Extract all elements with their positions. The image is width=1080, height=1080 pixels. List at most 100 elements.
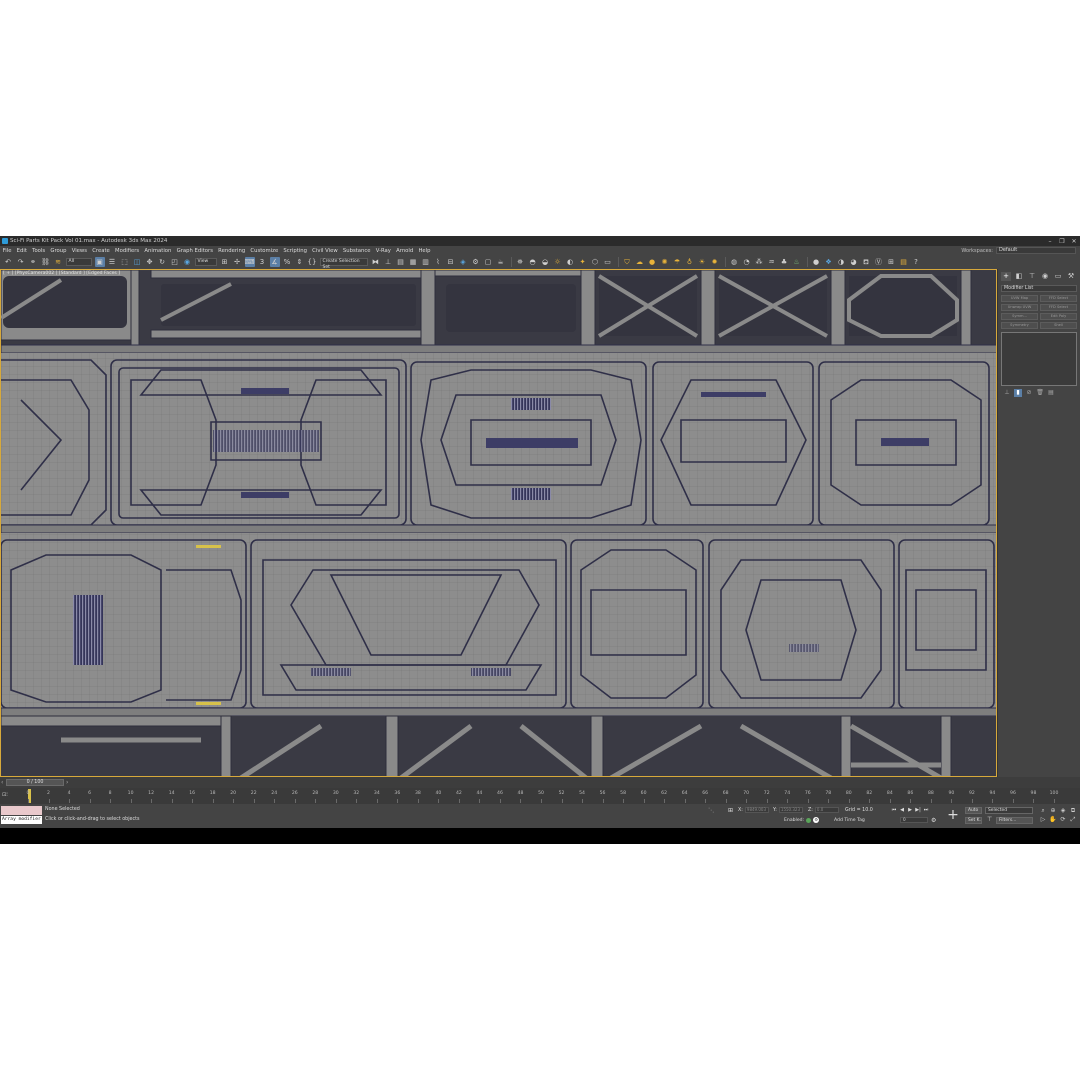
modifier-button[interactable]: FFD Select [1040,304,1077,311]
viewport-label[interactable]: [ + ] [PhysCamera002 ] [Standard ] [Edge… [3,271,120,276]
vray-frame-buffer-icon[interactable]: ◓ [528,257,538,267]
reference-coordinate-dropdown[interactable]: View [194,258,217,266]
key-filter-icon[interactable]: ⊤ [987,816,992,823]
mirror-icon[interactable]: ⧓ [371,257,381,267]
place-icon[interactable]: ◉ [182,257,192,267]
current-frame-field[interactable]: 0 [900,817,928,823]
bind-space-warp-icon[interactable]: ≋ [53,257,63,267]
menu-file[interactable]: File [3,248,12,254]
rendered-frame-window-icon[interactable]: ▢ [483,257,493,267]
menu-civil-view[interactable]: Civil View [312,248,338,254]
fire-icon[interactable]: ♨ [792,257,802,267]
toggle-ribbon-icon[interactable]: ▥ [421,257,431,267]
curve-editor-mini-icon[interactable]: ⊡⁝ [2,792,16,800]
vray-ies-icon[interactable]: ✦ [578,257,588,267]
window-crossing-icon[interactable]: ◫ [132,257,142,267]
arnold-star-icon[interactable]: ✹ [710,257,720,267]
percent-snap-icon[interactable]: % [282,257,292,267]
edit-named-selection-icon[interactable]: {} [307,257,317,267]
configure-sets-icon[interactable]: ▤ [1047,389,1055,397]
previous-frame-icon[interactable]: ◀ [898,807,906,814]
vray-proxy-icon[interactable]: ⬡ [590,257,600,267]
y-field[interactable]: 1550.323 [778,807,803,813]
material-ball-icon[interactable]: ● [811,257,821,267]
menu-create[interactable]: Create [92,248,110,254]
pan-icon[interactable]: ✋ [1048,816,1058,823]
zoom-all-icon[interactable]: ⊕ [1048,807,1058,814]
zoom-icon[interactable]: ⌕ [1038,807,1048,814]
menu-group[interactable]: Group [50,248,66,254]
key-selection-dropdown[interactable]: Selected [985,807,1033,814]
vray-plane-icon[interactable]: ▭ [603,257,613,267]
selection-region-icon[interactable]: ⬚ [120,257,130,267]
time-slider[interactable]: ‹ 0 / 100 › [0,777,1080,788]
remove-modifier-icon[interactable]: 🗑 [1036,389,1044,397]
spinner-snap-icon[interactable]: ⇕ [295,257,305,267]
perspective-viewport[interactable]: [ + ] [PhysCamera002 ] [Standard ] [Edge… [0,269,997,777]
set-key-big-icon[interactable]: + [945,807,961,823]
z-field[interactable]: 0.0 [814,807,839,813]
vray-v-icon[interactable]: Ⓥ [874,257,884,267]
auto-key-button[interactable]: Auto [965,807,982,814]
x-field[interactable]: 9849.003 [744,807,769,813]
motion-tab-icon[interactable]: ◉ [1040,272,1050,281]
toggle-scene-explorer-icon[interactable]: ▤ [396,257,406,267]
schematic-view-icon[interactable]: ⊟ [446,257,456,267]
modify-tab-icon[interactable]: ◧ [1014,272,1024,281]
render-production-icon[interactable]: ☕ [496,257,506,267]
fur-edit-icon[interactable]: ♣ [779,257,789,267]
redo-icon[interactable]: ↷ [16,257,26,267]
modifier-button[interactable]: FFD Select [1040,295,1077,302]
set-key-button[interactable]: Set K. [965,817,982,824]
modifier-button[interactable]: UVW Map [1001,295,1038,302]
menu-scripting[interactable]: Scripting [283,248,307,254]
utilities-tab-icon[interactable]: ⚒ [1066,272,1076,281]
time-slider-next-icon[interactable]: › [66,779,68,786]
keyboard-shortcut-override-icon[interactable]: ⌨ [244,257,255,267]
settings-circle-icon[interactable]: ⚙ [813,817,820,823]
zoom-extents-all-icon[interactable]: ⧉ [1068,807,1078,814]
arnold-cloud-icon[interactable]: ☁ [635,257,645,267]
modifier-button[interactable]: Shell [1040,322,1077,329]
vray-render-icon[interactable]: ⛯ [515,257,525,267]
hierarchy-tab-icon[interactable]: ⊤ [1027,272,1037,281]
play-icon[interactable]: ▶ [906,807,914,814]
menu-modifiers[interactable]: Modifiers [115,248,139,254]
time-config-icon[interactable]: ⚙ [931,817,936,824]
modifier-list-dropdown[interactable]: Modifier List [1001,285,1077,292]
menu-substance[interactable]: Substance [343,248,371,254]
absolute-mode-icon[interactable]: ⊞ [728,807,733,814]
toggle-layer-explorer-icon[interactable]: ▦ [408,257,418,267]
go-to-start-icon[interactable]: ⏮ [890,807,898,814]
key-filters-button[interactable]: Filters... [996,817,1033,824]
material-editor-icon[interactable]: ◈ [458,257,468,267]
hdri-icon[interactable]: ◔ [742,257,752,267]
angle-snap-icon[interactable]: ∡ [269,257,280,267]
arnold-umbrella-icon[interactable]: ☂ [672,257,682,267]
add-time-tag[interactable]: Add Time Tag [834,818,865,823]
arnold-lamp-icon[interactable]: ⛉ [622,257,632,267]
menu-edit[interactable]: Edit [17,248,27,254]
select-move-icon[interactable]: ✥ [145,257,155,267]
maxscript-output[interactable]: Array modifier [1,816,42,824]
make-unique-icon[interactable]: ⊘ [1025,389,1033,397]
maximize-button[interactable]: ❐ [1056,238,1068,245]
maxscript-listener[interactable] [1,806,42,815]
trackbar[interactable]: ⊡⁝ 0 2 4 6 8 10 12 14 16 18 20 22 24 26 28 30 32 34 36 38 40… [0,788,1080,804]
help-icon[interactable]: ? [911,257,921,267]
modifier-button[interactable]: Symmetry [1001,322,1038,329]
snaps-toggle-icon[interactable]: 3 [257,257,267,267]
arnold-photometric-icon[interactable]: ☀ [697,257,707,267]
vray-light-icon[interactable]: ◒ [540,257,550,267]
field-of-view-icon[interactable]: ▷ [1038,816,1048,823]
undo-icon[interactable]: ↶ [3,257,13,267]
select-by-name-icon[interactable]: ☰ [107,257,117,267]
time-slider-thumb[interactable]: 0 / 100 [6,779,64,786]
arnold-skydome-icon[interactable]: ✺ [660,257,670,267]
select-scale-icon[interactable]: ◰ [170,257,180,267]
fur-icon[interactable]: ♒ [767,257,777,267]
arnold-sun-icon[interactable]: ● [647,257,657,267]
named-selection-dropdown[interactable]: Create Selection Set [319,258,368,270]
menu-customize[interactable]: Customize [250,248,278,254]
scene-converter-icon[interactable]: ◑ [836,257,846,267]
